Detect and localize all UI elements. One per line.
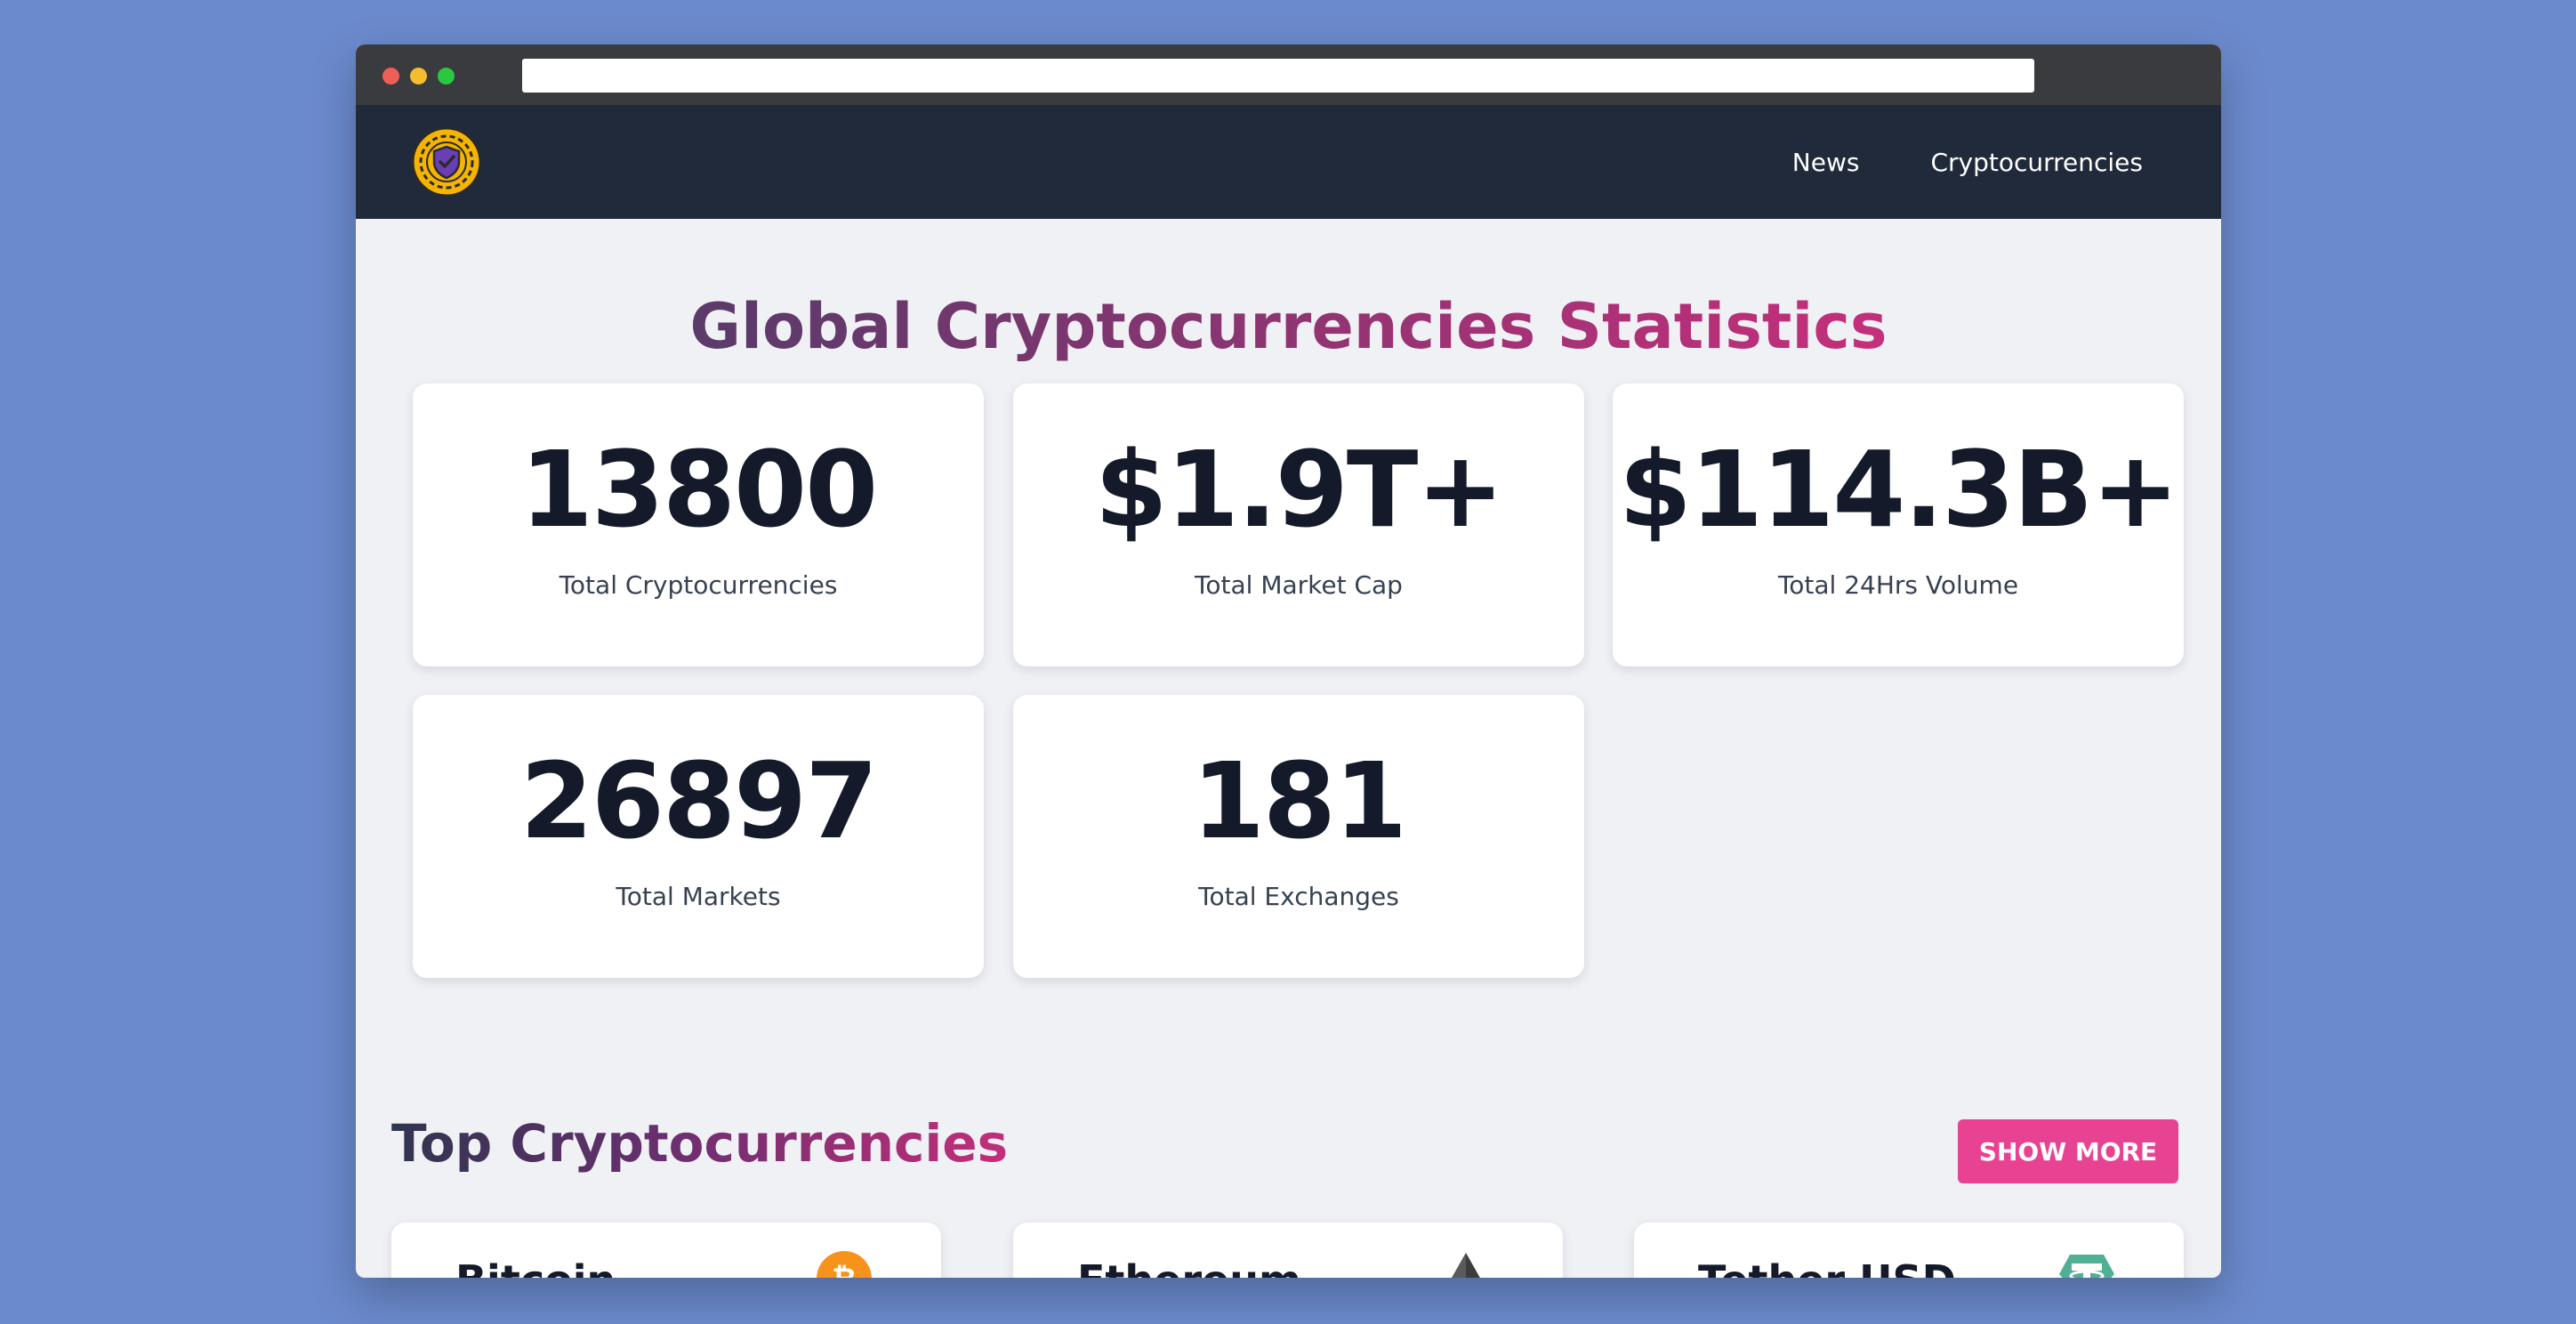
minimize-window-button[interactable] — [410, 68, 427, 85]
page-title: Global Cryptocurrencies Statistics — [356, 290, 2221, 363]
shield-check-icon[interactable] — [409, 125, 484, 199]
browser-window: News Cryptocurrencies Global Cryptocurre… — [356, 44, 2221, 1278]
ethereum-icon — [1452, 1253, 1480, 1278]
svg-text:₿: ₿ — [832, 1262, 857, 1278]
stat-card-total-24hrs-volume: $114.3B+ Total 24Hrs Volume — [1613, 383, 2184, 666]
nav-link-cryptocurrencies[interactable]: Cryptocurrencies — [1930, 148, 2143, 177]
stat-label: Total Cryptocurrencies — [559, 570, 838, 600]
maximize-window-button[interactable] — [438, 68, 455, 85]
bitcoin-icon: ₿ — [817, 1251, 872, 1278]
stat-label: Total Exchanges — [1198, 882, 1399, 911]
coin-name: Bitcoin — [455, 1256, 616, 1278]
coin-name: Ethereum — [1077, 1256, 1301, 1278]
nav-links: News Cryptocurrencies — [1792, 148, 2143, 177]
stat-value: 13800 — [519, 428, 879, 551]
nav-link-news[interactable]: News — [1792, 148, 1860, 177]
address-bar[interactable] — [522, 59, 2034, 93]
section-title-top-cryptocurrencies: Top Cryptocurrencies — [391, 1113, 1009, 1174]
tether-icon — [2059, 1255, 2114, 1278]
stat-card-total-markets: 26897 Total Markets — [413, 695, 984, 978]
stat-value: $1.9T+ — [1094, 428, 1505, 551]
close-window-button[interactable] — [382, 68, 399, 85]
main-content: Global Cryptocurrencies Statistics 13800… — [356, 219, 2221, 1278]
stat-card-total-exchanges: 181 Total Exchanges — [1013, 695, 1584, 978]
coin-card-tether-usd[interactable]: Tether USD — [1634, 1223, 2184, 1278]
stat-label: Total Markets — [616, 882, 781, 911]
stat-card-total-cryptocurrencies: 13800 Total Cryptocurrencies — [413, 383, 984, 666]
show-more-button[interactable]: SHOW MORE — [1958, 1119, 2178, 1183]
navbar: News Cryptocurrencies — [356, 105, 2221, 219]
browser-titlebar — [356, 44, 2221, 105]
coin-name: Tether USD — [1698, 1256, 1956, 1278]
stat-value: 26897 — [519, 739, 879, 862]
stat-value: $114.3B+ — [1618, 428, 2179, 551]
coin-card-bitcoin[interactable]: Bitcoin ₿ — [391, 1223, 941, 1278]
coin-card-ethereum[interactable]: Ethereum — [1013, 1223, 1563, 1278]
stat-label: Total Market Cap — [1195, 570, 1403, 600]
stat-value: 181 — [1191, 739, 1407, 862]
stat-card-total-market-cap: $1.9T+ Total Market Cap — [1013, 383, 1584, 666]
stat-label: Total 24Hrs Volume — [1777, 570, 2019, 600]
